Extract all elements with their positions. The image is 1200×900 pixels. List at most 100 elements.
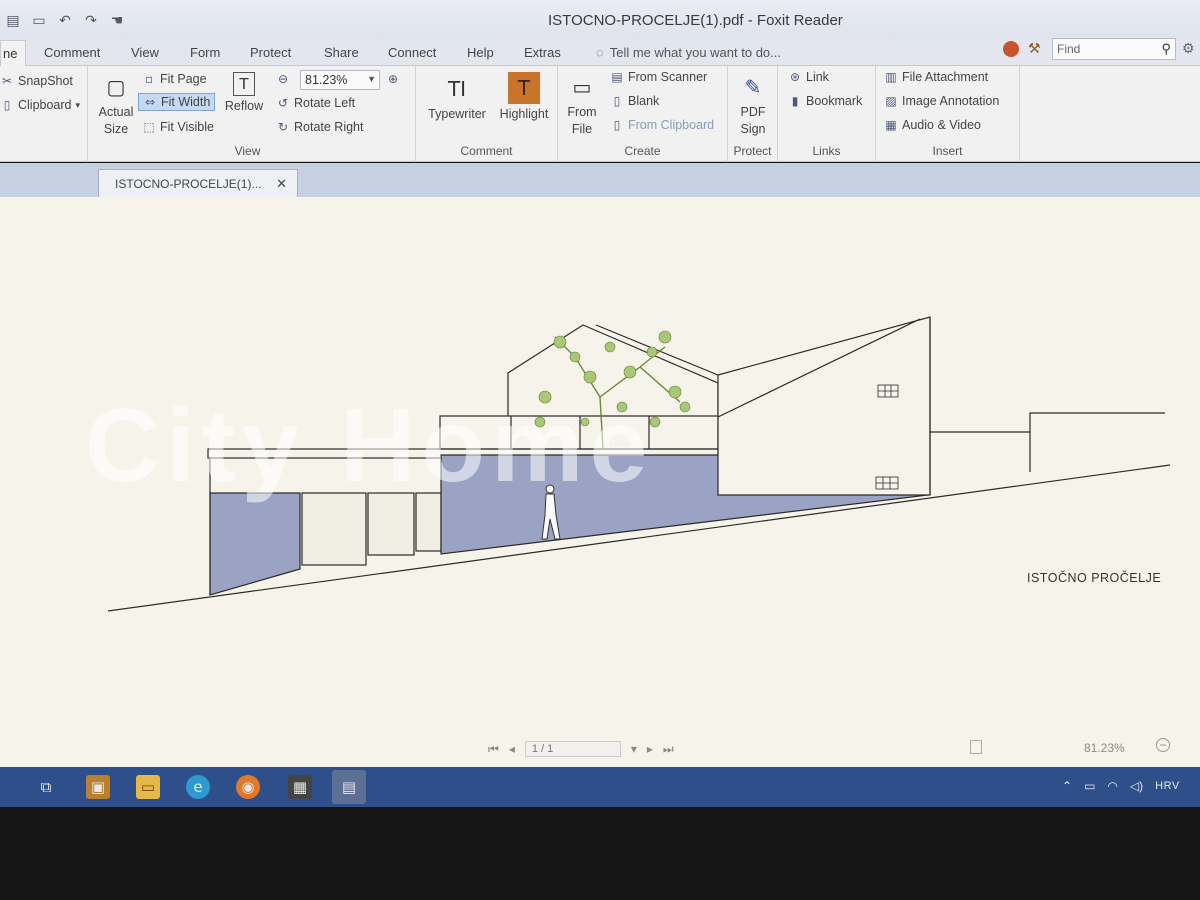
fit-page-button[interactable]: ▫ Fit Page: [142, 72, 207, 86]
first-page-icon[interactable]: ⏮: [488, 742, 499, 757]
rotate-left-icon: ↺: [277, 96, 289, 110]
account-icon[interactable]: [1003, 41, 1019, 57]
rotate-right-icon: ↻: [277, 120, 289, 134]
from-file-button[interactable]: ▭ From File: [564, 72, 600, 138]
tab-connect[interactable]: Connect: [388, 45, 436, 60]
tools-group: ✂ SnapShot ▯ Clipboard ▾: [0, 66, 88, 162]
foxit-reader-icon[interactable]: ▤: [332, 770, 366, 804]
find-input[interactable]: Find ⚲: [1052, 38, 1176, 60]
hand-tool-icon[interactable]: ☚: [108, 12, 126, 30]
chevron-up-icon[interactable]: ⌃: [1062, 779, 1072, 793]
file-explorer-icon[interactable]: ▭: [136, 775, 160, 799]
firefox-icon[interactable]: ◉: [236, 775, 260, 799]
bookmark-icon: ▮: [791, 94, 799, 108]
scanner-icon: ▤: [611, 70, 623, 84]
taskbar: ⧉ ▣ ▭ e ◉ ▦ ▤ ⌃ ▭ ◠ ◁) HRV: [0, 767, 1200, 807]
film-icon: ▦: [885, 118, 897, 132]
from-scanner-button[interactable]: ▤ From Scanner: [610, 70, 707, 84]
blank-button[interactable]: ▯ Blank: [610, 94, 660, 108]
undo-icon[interactable]: ↶: [56, 12, 74, 30]
actual-size-button[interactable]: ▢ Actual Size: [94, 72, 138, 138]
edge-icon[interactable]: e: [186, 775, 210, 799]
chevron-down-icon[interactable]: ▾: [631, 742, 637, 756]
sheet-title: ISTOČNO PROČELJE: [1027, 571, 1162, 585]
document-tab[interactable]: ISTOCNO-PROCELJE(1)... ✕: [98, 169, 298, 197]
page-number-field[interactable]: 1 / 1: [524, 741, 621, 757]
volume-icon[interactable]: ◁): [1130, 779, 1143, 793]
title-bar: ▤ ▭ ↶ ↷ ☚ ISTOCNO-PROCELJE(1).pdf - Foxi…: [0, 0, 1200, 40]
opening-right: [415, 492, 442, 552]
from-clipboard-button[interactable]: ▯ From Clipboard: [610, 118, 714, 132]
view-group: ▢ Actual Size ▫ Fit Page ⇔ Fit Width ⬚ F…: [88, 66, 416, 162]
opening-left: [301, 492, 367, 566]
tab-home[interactable]: ne: [0, 40, 27, 67]
page-navigation: ⏮ ◂ 1 / 1 ▾ ▸ ⏭: [488, 741, 674, 757]
close-icon[interactable]: ✕: [276, 176, 287, 192]
link-button[interactable]: ⊛ Link: [788, 70, 829, 84]
clipboard-button[interactable]: ▯ Clipboard ▾: [0, 98, 80, 112]
tab-extras[interactable]: Extras: [524, 45, 561, 60]
typewriter-button[interactable]: TI Typewriter: [424, 74, 490, 123]
globe-link-icon: ⊛: [789, 70, 801, 84]
tab-form[interactable]: Form: [190, 45, 220, 60]
pdf-sign-button[interactable]: ✎ PDF Sign: [732, 72, 774, 138]
tab-view[interactable]: View: [131, 45, 159, 60]
tab-help[interactable]: Help: [467, 45, 494, 60]
previous-page-icon[interactable]: ◂: [509, 742, 515, 756]
wifi-icon[interactable]: ◠: [1107, 779, 1117, 793]
settings-icon[interactable]: ⚙: [1182, 40, 1195, 57]
document-view[interactable]: City Home ISTOČNO PROČELJE ⏮ ◂ 1 / 1 ▾ ▸…: [0, 197, 1200, 767]
audio-video-button[interactable]: ▦ Audio & Video: [884, 118, 981, 132]
zoom-select[interactable]: 81.23% ▼: [300, 70, 380, 90]
outbuilding: [1029, 412, 1165, 472]
opening-middle: [367, 492, 415, 556]
tab-share[interactable]: Share: [324, 45, 359, 60]
menu-bar: ne Comment View Form Protect Share Conne…: [0, 40, 1200, 67]
document-tab-strip: ISTOCNO-PROCELJE(1)... ✕: [0, 163, 1200, 197]
tab-comment[interactable]: Comment: [44, 45, 100, 60]
rotate-right-button[interactable]: ↻ Rotate Right: [276, 120, 364, 134]
page-view-icon[interactable]: [970, 740, 982, 754]
monitor-bezel: [0, 807, 1200, 900]
file-attachment-button[interactable]: ▥ File Attachment: [884, 70, 988, 84]
paperclip-icon: ▥: [885, 70, 897, 84]
image-icon: ▨: [885, 94, 897, 108]
protect-group: ✎ PDF Sign Protect: [728, 66, 778, 162]
store-icon[interactable]: ▣: [86, 775, 110, 799]
rotate-left-button[interactable]: ↺ Rotate Left: [276, 96, 355, 110]
zoom-out-button[interactable]: ⊖: [276, 72, 290, 86]
highlight-icon: T: [508, 72, 540, 104]
calculator-icon[interactable]: ▦: [288, 775, 312, 799]
tools-icon[interactable]: ⚒: [1028, 40, 1041, 57]
language-indicator[interactable]: HRV: [1155, 780, 1180, 792]
redo-icon[interactable]: ↷: [82, 12, 100, 30]
image-annotation-button[interactable]: ▨ Image Annotation: [884, 94, 999, 108]
zoom-in-button[interactable]: ⊕: [386, 72, 400, 86]
status-zoom-level: 81.23%: [1084, 741, 1125, 755]
last-page-icon[interactable]: ⏭: [663, 742, 674, 757]
bookmark-button[interactable]: ▮ Bookmark: [788, 94, 863, 108]
open-icon[interactable]: ▭: [30, 12, 48, 30]
zoom-out-icon[interactable]: −: [1156, 738, 1170, 752]
tell-me-search[interactable]: ◌ Tell me what you want to do...: [596, 45, 781, 60]
search-icon[interactable]: ⚲: [1161, 41, 1171, 57]
next-page-icon[interactable]: ▸: [647, 742, 653, 756]
highlight-button[interactable]: T Highlight: [496, 72, 552, 123]
fit-visible-button[interactable]: ⬚ Fit Visible: [142, 120, 214, 134]
snapshot-button[interactable]: ✂ SnapShot: [0, 74, 73, 88]
tab-protect[interactable]: Protect: [250, 45, 291, 60]
zoom-in-icon: ⊕: [387, 72, 399, 86]
task-view-icon[interactable]: ⧉: [34, 775, 58, 799]
actual-size-icon: ▢: [106, 74, 126, 99]
links-group: ⊛ Link ▮ Bookmark Links: [778, 66, 876, 162]
pen-sign-icon: ✎: [744, 74, 762, 99]
chevron-down-icon: ▼: [367, 74, 376, 84]
garage-wall: [209, 492, 301, 596]
insert-group: ▥ File Attachment ▨ Image Annotation ▦ A…: [876, 66, 1020, 162]
new-file-icon[interactable]: ▤: [4, 12, 22, 30]
battery-icon[interactable]: ▭: [1084, 779, 1095, 793]
reflow-button[interactable]: T Reflow: [224, 72, 264, 115]
create-group-label: Create: [624, 144, 661, 158]
fit-width-button[interactable]: ⇔ Fit Width: [138, 93, 216, 111]
fit-visible-icon: ⬚: [143, 120, 155, 134]
